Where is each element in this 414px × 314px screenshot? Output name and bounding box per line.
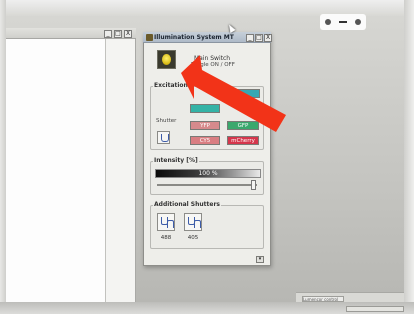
intensity-group xyxy=(150,161,264,195)
shutter-488-button[interactable] xyxy=(157,213,175,231)
shutter-icon xyxy=(161,134,169,142)
taskbar-item[interactable]: Lumencor control xyxy=(302,296,344,302)
monitor-bezel-right xyxy=(404,0,414,314)
monitor-dot-icon xyxy=(355,19,361,25)
shutter-405-button[interactable] xyxy=(184,213,202,231)
filter-button-cy5[interactable]: CY5 xyxy=(190,136,220,145)
lamp-icon xyxy=(162,54,171,65)
bg-close-button[interactable]: X xyxy=(124,30,132,38)
intensity-slider-track[interactable] xyxy=(157,184,257,186)
app-icon xyxy=(146,34,153,41)
close-button[interactable]: X xyxy=(264,34,272,42)
main-switch-button[interactable] xyxy=(157,50,176,69)
system-tray xyxy=(346,306,404,312)
intensity-label: Intensity [%] xyxy=(153,157,199,164)
main-switch-label: Main Switch xyxy=(194,55,231,62)
expand-button[interactable]: ▾ xyxy=(256,256,264,263)
bg-minimize-button[interactable]: _ xyxy=(104,30,112,38)
shutter-label: Shutter xyxy=(156,118,177,124)
shutter-icon xyxy=(167,220,174,228)
filter-button-2[interactable] xyxy=(190,104,220,113)
main-switch-sublabel: Toggle ON / OFF xyxy=(191,62,235,68)
shutter-488-label: 488 xyxy=(160,235,172,241)
filter-button-gfp[interactable]: GFP xyxy=(227,121,259,130)
background-window-pane xyxy=(6,39,106,302)
filter-button-yfp[interactable]: YFP xyxy=(190,121,220,130)
shutter-icon xyxy=(194,220,201,228)
window-title: Illumination System MT xyxy=(154,34,234,41)
intensity-value: 100 % xyxy=(198,170,218,177)
intensity-slider-thumb[interactable] xyxy=(251,180,256,190)
monitor-dot-icon xyxy=(325,19,331,25)
filter-button-mcherry[interactable]: mCherry xyxy=(227,136,259,145)
monitor-dash-icon xyxy=(339,21,347,23)
minimize-button[interactable]: _ xyxy=(246,34,254,42)
excitation-label: Excitation xyxy=(153,82,189,89)
additional-shutters-label: Additional Shutters xyxy=(153,201,222,208)
monitor-controls xyxy=(320,14,366,30)
shutter-405-label: 405 xyxy=(187,235,199,241)
maximize-button[interactable]: □ xyxy=(255,34,263,42)
filter-button-1[interactable] xyxy=(227,89,260,98)
shutter-button[interactable] xyxy=(157,131,170,144)
bg-maximize-button[interactable]: □ xyxy=(114,30,122,38)
